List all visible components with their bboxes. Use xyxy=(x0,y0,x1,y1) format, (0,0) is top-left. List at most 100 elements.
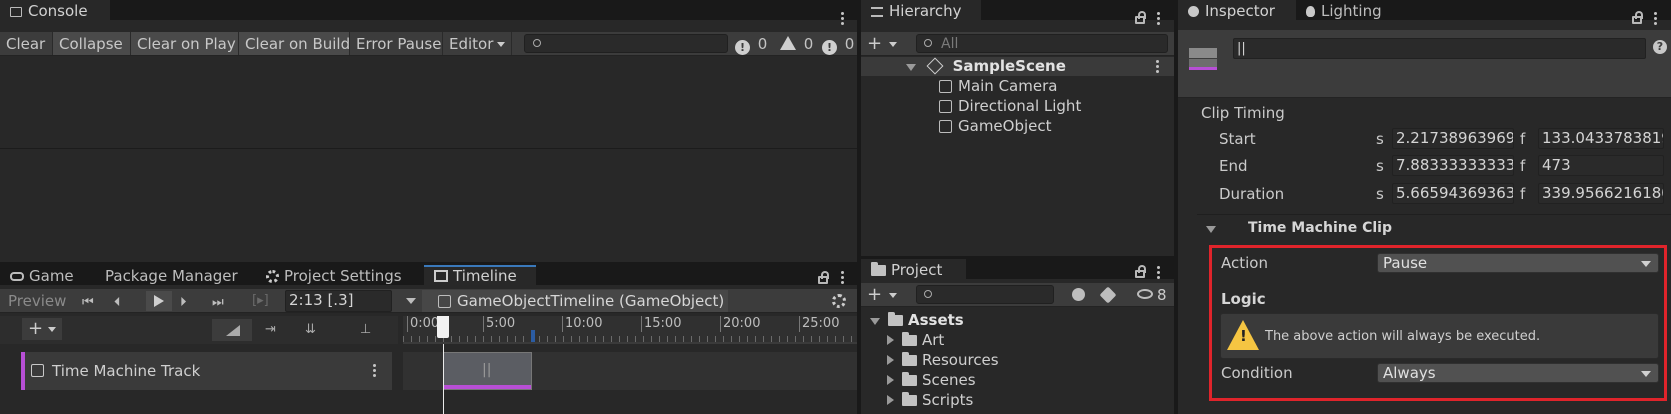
console-log-area[interactable] xyxy=(0,57,857,149)
project-item-assets[interactable]: Assets xyxy=(861,311,1174,330)
goto-start-icon[interactable]: ⏮ xyxy=(82,295,94,310)
next-frame-icon[interactable]: ⏵ xyxy=(180,295,187,310)
add-track-button[interactable]: + xyxy=(22,318,62,340)
hidden-packages-icon[interactable] xyxy=(1137,289,1153,299)
clip-name-input[interactable]: || xyxy=(1233,38,1646,59)
end-seconds-field[interactable]: 7.88333333333 xyxy=(1392,155,1514,176)
time-machine-clip[interactable]: || xyxy=(443,352,532,390)
hierarchy-item-directional-light[interactable]: Directional Light xyxy=(861,97,1174,116)
inspector-lock-icon[interactable] xyxy=(1632,11,1643,24)
project-menu-icon[interactable] xyxy=(1157,266,1161,281)
action-dropdown[interactable]: Pause xyxy=(1377,253,1659,273)
clear-on-play-button[interactable]: Clear on Play xyxy=(131,32,239,55)
error-count[interactable]: ! 0 xyxy=(735,32,779,56)
project-tab-label: Project xyxy=(891,261,943,279)
error-pause-button[interactable]: Error Pause xyxy=(350,32,443,55)
hierarchy-menu-icon[interactable] xyxy=(1157,12,1161,27)
hierarchy-add-button[interactable]: + xyxy=(867,33,903,55)
folder-label: Scenes xyxy=(922,371,976,389)
play-icon[interactable] xyxy=(146,291,172,311)
snap-pin-icon[interactable]: ⊥ xyxy=(360,322,371,337)
edit-mode-replace-icon[interactable]: ⇊ xyxy=(305,322,316,337)
expand-arrow-icon[interactable] xyxy=(887,335,894,345)
gameobject-cube-icon xyxy=(438,295,451,308)
console-tabbar xyxy=(0,0,857,20)
condition-dropdown[interactable]: Always xyxy=(1377,363,1659,383)
tab-package-manager[interactable]: Package Manager xyxy=(95,265,260,287)
label-tag-icon[interactable] xyxy=(1099,286,1117,304)
clear-button[interactable]: Clear xyxy=(0,32,53,55)
editor-dropdown[interactable]: Editor xyxy=(443,32,512,55)
edit-mode-ripple-button[interactable] xyxy=(212,319,252,341)
tab-lighting[interactable]: Lighting xyxy=(1296,0,1406,22)
hierarchy-item-main-camera[interactable]: Main Camera xyxy=(861,77,1174,96)
warning-count[interactable]: 0 xyxy=(780,32,820,56)
previous-frame-icon[interactable]: ⏴ xyxy=(114,295,121,310)
timeline-menu-icon[interactable] xyxy=(841,271,845,286)
end-frames-field[interactable]: 473 xyxy=(1538,155,1664,176)
project-item-scripts[interactable]: Scripts xyxy=(861,391,1174,410)
ruler-tick: 5:00 xyxy=(483,316,515,332)
time-machine-clip-section[interactable]: Time Machine Clip xyxy=(1197,214,1671,242)
help-icon[interactable]: ? xyxy=(1653,40,1667,54)
duration-frames-field[interactable]: 339.9566216180 xyxy=(1538,183,1664,204)
tab-inspector[interactable]: Inspector xyxy=(1178,0,1296,22)
project-item-scenes[interactable]: Scenes xyxy=(861,371,1174,390)
track-menu-icon[interactable] xyxy=(373,364,377,379)
tab-console[interactable]: Console xyxy=(0,0,110,22)
timeline-selector-chevron-icon[interactable] xyxy=(406,298,416,304)
clear-on-build-button[interactable]: Clear on Build xyxy=(239,32,350,55)
section-collapse-icon[interactable] xyxy=(1206,226,1216,233)
project-item-art[interactable]: Art xyxy=(861,331,1174,350)
tab-timeline[interactable]: Timeline xyxy=(424,265,536,287)
timeline-lock-icon[interactable] xyxy=(818,271,829,284)
search-icon xyxy=(924,39,932,47)
scene-menu-icon[interactable] xyxy=(1156,60,1160,75)
expand-arrow-icon[interactable] xyxy=(906,64,916,71)
expand-arrow-icon[interactable] xyxy=(870,318,880,325)
expand-arrow-icon[interactable] xyxy=(887,375,894,385)
timeline-breadcrumb[interactable]: GameObjectTimeline (GameObject) xyxy=(422,290,728,312)
search-by-type-icon[interactable] xyxy=(1072,288,1085,301)
tab-hierarchy[interactable]: Hierarchy xyxy=(861,0,981,22)
project-item-resources[interactable]: Resources xyxy=(861,351,1174,370)
hierarchy-scene-row[interactable]: SampleScene xyxy=(861,57,1174,76)
tab-game[interactable]: Game xyxy=(0,265,95,287)
message-count[interactable]: ! 0 xyxy=(822,32,857,56)
duration-seconds-field[interactable]: 5.66594369363 xyxy=(1392,183,1514,204)
hierarchy-item-gameobject[interactable]: GameObject xyxy=(861,117,1174,136)
project-add-button[interactable]: + xyxy=(867,284,903,306)
info-circle-icon xyxy=(1188,6,1199,17)
plus-icon: + xyxy=(28,318,44,339)
start-seconds-field[interactable]: 2.21738963969 xyxy=(1392,128,1514,149)
hierarchy-lock-icon[interactable] xyxy=(1135,11,1146,24)
timeline-ruler[interactable]: 0:00 5:00 10:00 15:00 20:00 25:00 xyxy=(403,316,857,344)
timeline-track-header[interactable]: Time Machine Track xyxy=(21,352,392,390)
project-search-input[interactable] xyxy=(916,285,1054,304)
expand-arrow-icon[interactable] xyxy=(887,395,894,405)
start-frames-field[interactable]: 133.0433783819 xyxy=(1538,128,1664,149)
expand-arrow-icon[interactable] xyxy=(887,355,894,365)
edit-mode-mix-icon[interactable]: ⇥ xyxy=(265,322,276,337)
play-range-icon[interactable]: [▸] xyxy=(252,293,269,308)
console-search-input[interactable] xyxy=(524,34,728,53)
timeline-settings-gear-icon[interactable] xyxy=(832,294,846,308)
end-label: End xyxy=(1219,157,1248,175)
chevron-down-icon xyxy=(497,42,505,47)
tab-project-settings[interactable]: Project Settings xyxy=(256,265,420,287)
goto-end-icon[interactable]: ⏭ xyxy=(212,295,224,310)
gameobject-cube-icon xyxy=(939,80,952,93)
tab-project[interactable]: Project xyxy=(861,259,966,281)
chevron-down-icon xyxy=(889,42,897,47)
collapse-button[interactable]: Collapse xyxy=(53,32,131,55)
timeline-time-field[interactable]: 2:13 [.3] xyxy=(285,290,392,312)
ruler-minor-ticks xyxy=(403,336,857,342)
hierarchy-search-input[interactable]: All xyxy=(916,34,1168,53)
project-lock-icon[interactable] xyxy=(1135,265,1146,278)
playhead-handle[interactable] xyxy=(437,316,449,338)
console-menu-icon[interactable] xyxy=(841,12,845,27)
inspector-menu-icon[interactable] xyxy=(1654,12,1658,27)
timeline-clip-area[interactable]: || xyxy=(403,344,857,414)
console-detail-area[interactable] xyxy=(0,150,857,262)
preview-button[interactable]: Preview xyxy=(3,289,71,313)
